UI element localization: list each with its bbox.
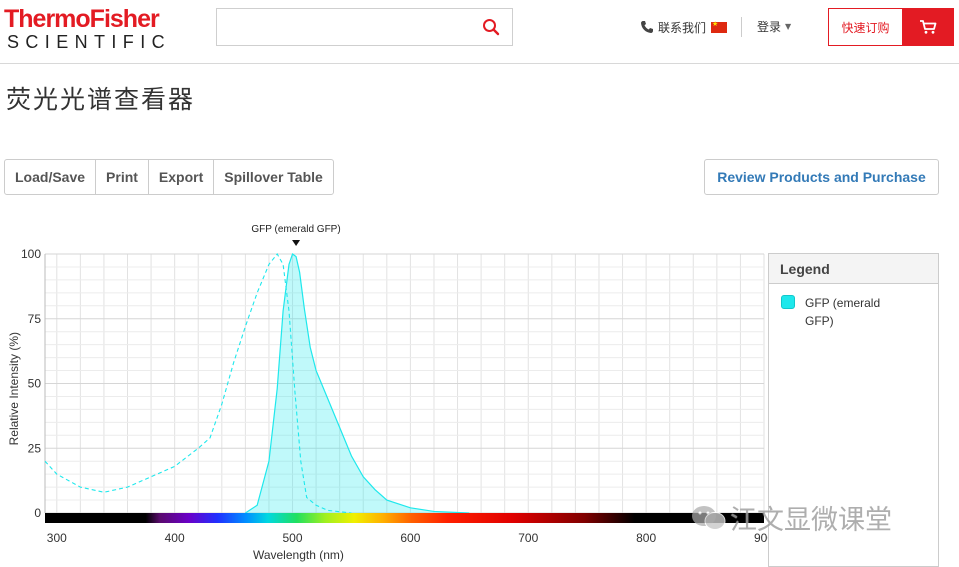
logo-text-bottom: SCIENTIFIC <box>7 32 172 52</box>
site-header: ThermoFisher SCIENTIFIC 联系我们 登录▼ 快速订购 <box>0 0 959 64</box>
contact-us-link[interactable]: 联系我们 <box>640 18 728 36</box>
export-button[interactable]: Export <box>149 160 215 194</box>
legend-title: Legend <box>769 254 938 284</box>
phone-icon <box>641 21 653 33</box>
spectrum-chart[interactable]: 0255075100300400500600700800900Wavelengt… <box>0 218 768 567</box>
search-box[interactable] <box>216 8 513 46</box>
review-products-button[interactable]: Review Products and Purchase <box>704 159 939 195</box>
thermofisher-logo[interactable]: ThermoFisher SCIENTIFIC <box>4 6 204 52</box>
y-axis-label: Relative Intensity (%) <box>7 332 21 445</box>
y-tick-label: 100 <box>21 247 41 261</box>
watermark-text: 江文显微课堂 <box>730 505 892 536</box>
y-tick-label: 50 <box>28 377 42 391</box>
search-icon[interactable] <box>482 18 500 36</box>
x-tick-label: 400 <box>165 531 185 545</box>
contact-us-label: 联系我们 <box>658 20 707 35</box>
peak-marker-triangle-icon <box>292 240 301 246</box>
legend-item-label: GFP (emerald GFP) <box>805 296 881 328</box>
y-tick-label: 0 <box>34 506 41 520</box>
caret-down-icon: ▼ <box>785 22 792 31</box>
x-axis-label: Wavelength (nm) <box>253 548 344 562</box>
y-tick-label: 75 <box>28 312 42 326</box>
login-label: 登录 <box>757 20 782 34</box>
quick-order-button[interactable]: 快速订购 <box>828 8 902 46</box>
spillover-table-button[interactable]: Spillover Table <box>214 160 333 194</box>
peak-marker-label: GFP (emerald GFP) <box>251 224 340 235</box>
wechat-watermark: 江文显微课堂 <box>690 498 892 537</box>
spectrum-color-bar <box>45 513 764 523</box>
login-menu[interactable]: 登录 ▼ <box>757 18 791 35</box>
wechat-icon <box>692 505 726 530</box>
page-title: 荧光光谱查看器 <box>6 85 196 114</box>
viewer-toolbar: Load/Save Print Export Spillover Table <box>4 159 334 195</box>
cart-icon <box>920 20 937 34</box>
x-tick-label: 800 <box>636 531 656 545</box>
x-tick-label: 700 <box>518 531 538 545</box>
cart-button[interactable] <box>902 8 954 46</box>
x-tick-label: 600 <box>400 531 420 545</box>
legend-swatch <box>781 295 795 309</box>
china-flag-icon <box>711 20 728 33</box>
load-save-button[interactable]: Load/Save <box>5 160 97 194</box>
logo-text-top: ThermoFisher <box>4 5 160 33</box>
y-tick-label: 25 <box>28 441 42 455</box>
search-input[interactable] <box>217 9 467 45</box>
x-tick-label: 500 <box>283 531 303 545</box>
header-divider <box>741 17 742 37</box>
print-button[interactable]: Print <box>96 160 149 194</box>
x-tick-label: 300 <box>47 531 67 545</box>
legend-item[interactable]: GFP (emerald GFP) <box>781 294 905 330</box>
